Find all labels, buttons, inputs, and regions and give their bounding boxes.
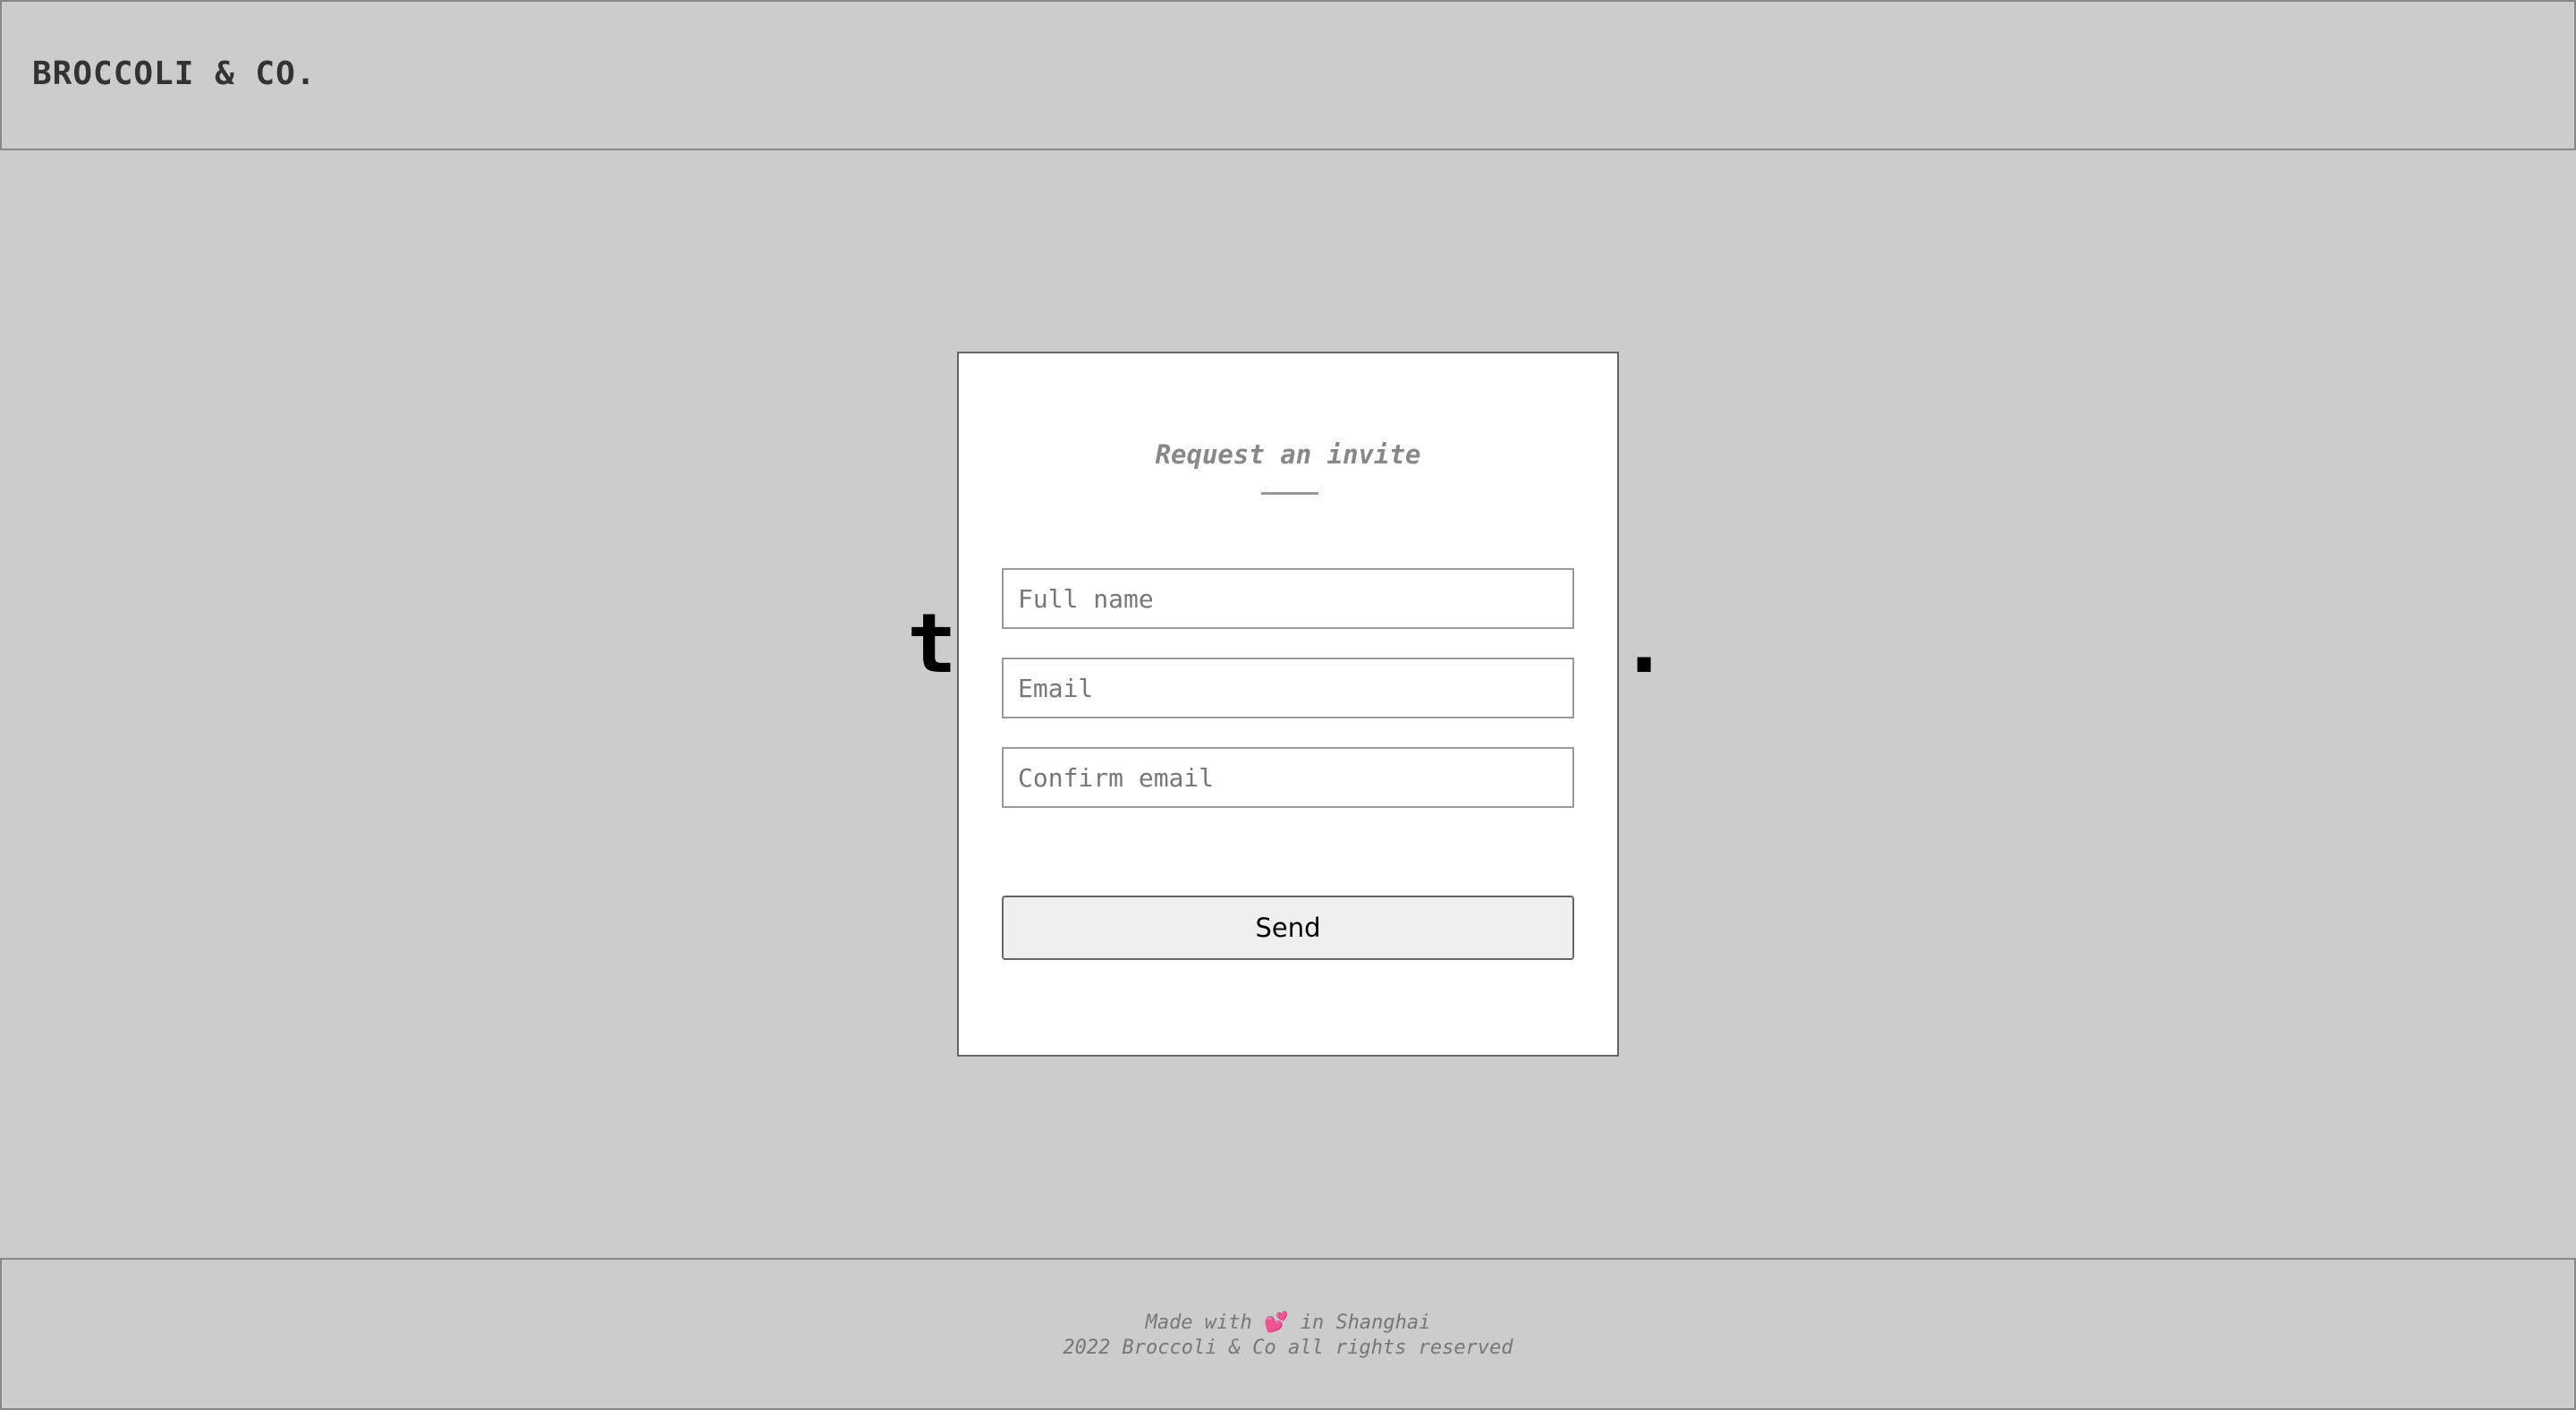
- made-with-suffix: in Shanghai: [1300, 1312, 1431, 1334]
- made-with-prefix: Made with: [1145, 1312, 1252, 1334]
- full-name-input[interactable]: [1002, 568, 1574, 629]
- modal-title: Request an invite: [1155, 439, 1421, 470]
- made-with-text: Made with 💕 in Shanghai: [2, 1312, 2574, 1334]
- invite-modal: Request an invite Send: [957, 352, 1619, 1057]
- copyright-text: 2022 Broccoli & Co all rights reserved: [1063, 1337, 1513, 1359]
- site-footer: Made with 💕 in Shanghai 2022 Broccoli & …: [0, 1258, 2576, 1410]
- confirm-email-input[interactable]: [1002, 747, 1574, 808]
- send-button[interactable]: Send: [1002, 896, 1574, 960]
- heart-icon: 💕: [1264, 1312, 1289, 1334]
- site-header: BROCCOLI & CO.: [0, 0, 2576, 150]
- email-input[interactable]: [1002, 658, 1574, 718]
- title-divider: [1261, 492, 1318, 495]
- brand-logo[interactable]: BROCCOLI & CO.: [32, 55, 316, 92]
